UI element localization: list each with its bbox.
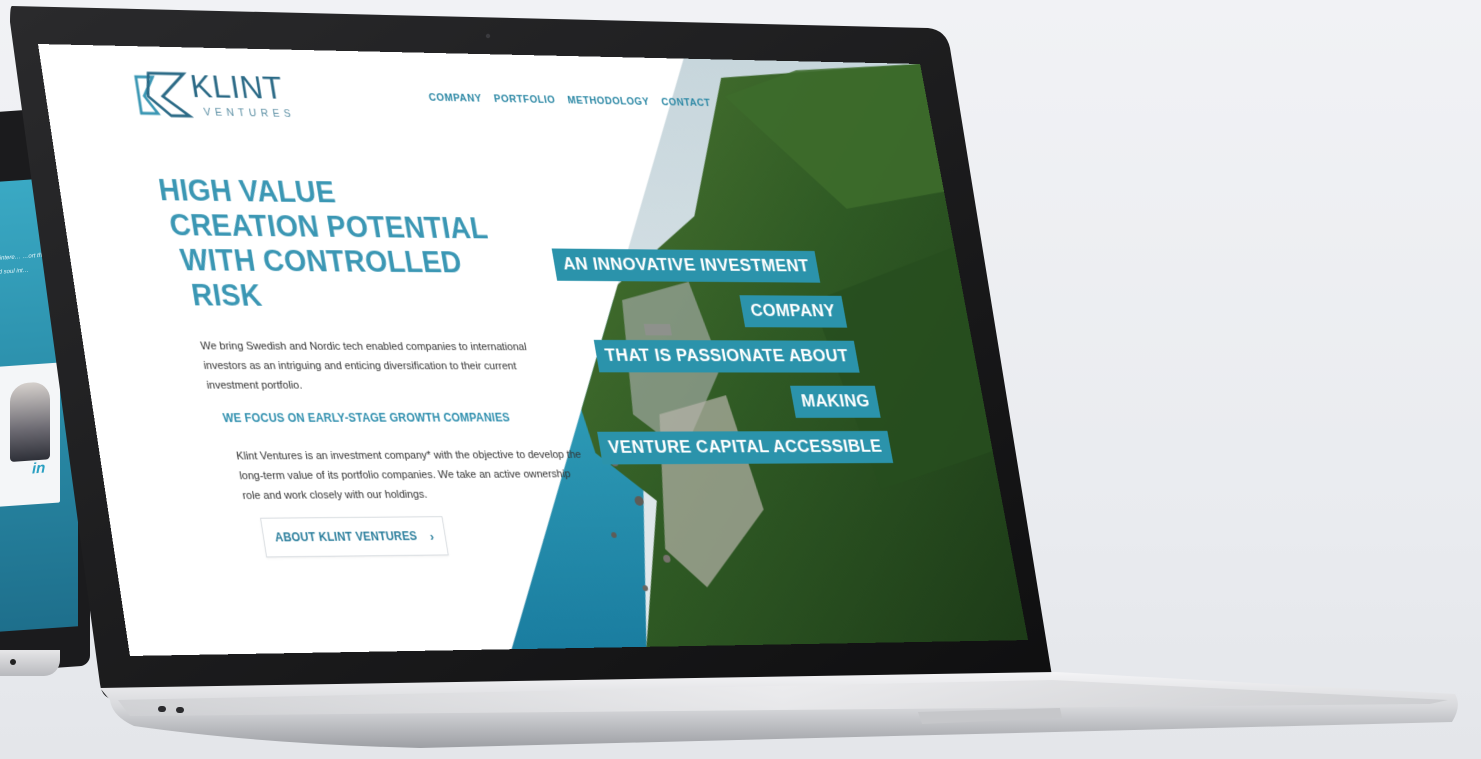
nav-methodology[interactable]: METHODOLOGY	[567, 95, 651, 108]
tagline-line: MAKING	[790, 386, 881, 418]
tagline-line: AN INNOVATIVE INVESTMENT	[552, 248, 821, 282]
intro-paragraph: We bring Swedish and Nordic tech enabled…	[199, 337, 554, 396]
k-mark-icon	[131, 69, 194, 120]
nav-company[interactable]: COMPANY	[428, 92, 483, 104]
about-klint-ventures-button[interactable]: ABOUT KLINT VENTURES ›	[260, 516, 449, 557]
nav-portfolio[interactable]: PORTFOLIO	[493, 93, 556, 105]
headline-line: WITH CONTROLLED	[178, 243, 496, 280]
logo-wordmark: KLINT	[188, 68, 287, 107]
tagline-line: THAT IS PASSIONATE ABOUT	[594, 340, 860, 373]
website-screen: KLINT VENTURES COMPANY PORTFOLIO METHODO…	[38, 44, 1028, 656]
tagline-line: VENTURE CAPITAL ACCESSIBLE	[597, 431, 893, 465]
nav-contact[interactable]: CONTACT	[661, 97, 712, 109]
logo-subtitle: VENTURES	[203, 107, 296, 120]
chevron-right-icon: ›	[429, 529, 435, 544]
klint-ventures-logo[interactable]: KLINT VENTURES	[131, 67, 314, 128]
company-description: Klint Ventures is an investment company*…	[235, 445, 591, 506]
headline-line: RISK	[189, 278, 502, 315]
headline-line: HIGH VALUE	[156, 173, 484, 212]
focus-heading: WE FOCUS ON EARLY-STAGE GROWTH COMPANIES	[222, 411, 511, 425]
hero-headline: HIGH VALUE CREATION POTENTIAL WITH CONTR…	[156, 173, 502, 315]
product-mockup-scene: …ing the intere… …ort the manag… …eart a…	[0, 0, 1481, 759]
headline-line: CREATION POTENTIAL	[167, 208, 490, 246]
about-button-label: ABOUT KLINT VENTURES	[274, 529, 418, 544]
tagline-line: COMPANY	[739, 295, 846, 327]
